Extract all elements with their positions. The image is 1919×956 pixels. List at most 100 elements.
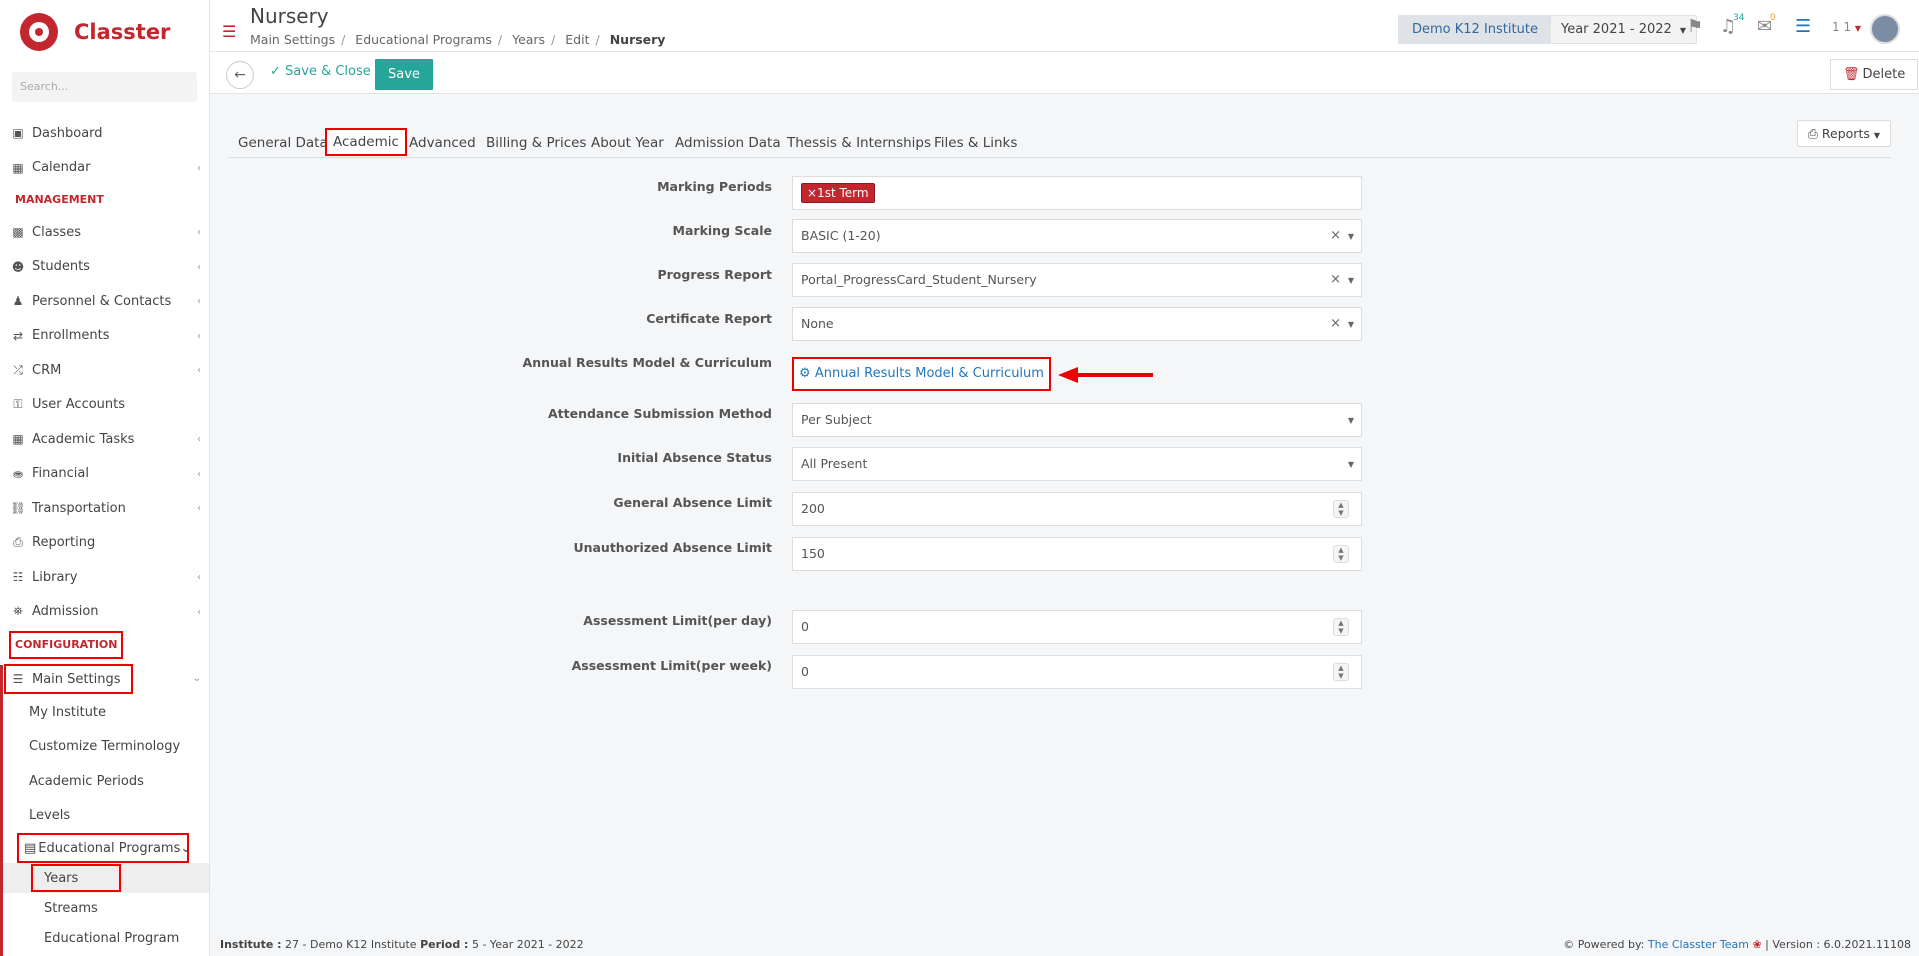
chevron-down-icon: ⌄ <box>192 673 201 684</box>
sidebar-subitem-levels[interactable]: Levels <box>0 799 209 834</box>
key-icon: ⚿ <box>13 397 23 412</box>
sidebar-item-dashboard[interactable]: ▣ Dashboard <box>0 116 209 151</box>
printer-icon: ⎙ <box>13 535 23 550</box>
footer-team-link[interactable]: The Classter Team <box>1648 938 1749 951</box>
tab-about-year[interactable]: About Year <box>591 129 664 157</box>
footer-institute-label: Institute : <box>220 938 282 951</box>
bell-icon[interactable]: ♫ 34 <box>1720 13 1744 37</box>
certificate-report-select[interactable]: None × ▼ <box>792 307 1362 341</box>
reports-label: Reports <box>1821 126 1870 141</box>
sidebar-item-crm[interactable]: ⤮ CRM ‹ <box>0 353 209 388</box>
clear-icon[interactable]: × <box>1330 264 1341 296</box>
avatar[interactable] <box>1870 14 1900 44</box>
field-label: Attendance Submission Method <box>547 406 772 421</box>
tab-admission-data[interactable]: Admission Data <box>675 129 781 157</box>
breadcrumb-item[interactable]: Educational Programs <box>355 32 492 47</box>
sidebar-item-students[interactable]: ☻ Students ‹ <box>0 250 209 285</box>
bank-icon: ⛯ <box>13 604 23 619</box>
caret-down-icon: ▼ <box>1854 24 1862 33</box>
footer: Institute : 27 - Demo K12 Institute Peri… <box>210 936 1919 956</box>
sidebar-search-input[interactable]: Search... <box>12 72 197 102</box>
delete-button[interactable]: 🗑 Delete <box>1830 59 1919 90</box>
unauthorized-absence-limit-input[interactable]: 150 ▲ ▼ <box>792 537 1362 571</box>
save-close-button[interactable]: ✓ Save & Close <box>270 64 371 79</box>
chevron-left-icon: ‹ <box>197 330 201 342</box>
attendance-method-select[interactable]: Per Subject ▼ <box>792 403 1362 437</box>
grid-icon: ▦ <box>12 432 24 447</box>
tab-academic[interactable]: Academic <box>325 128 407 156</box>
sidebar-item-label: Transportation <box>32 500 126 516</box>
sidebar-subitem-label: Levels <box>29 808 71 824</box>
tab-thesis-internships[interactable]: Thessis & Internships <box>787 129 931 157</box>
sidebar-subsubitem-label: Educational Program <box>44 930 180 946</box>
assessment-limit-day-input[interactable]: 0 ▲ ▼ <box>792 610 1362 644</box>
reports-button[interactable]: ⎙ Reports ▼ <box>1796 120 1891 147</box>
sidebar-subsubitem-streams[interactable]: Streams <box>0 893 209 923</box>
input-value: 0 <box>801 619 809 634</box>
general-absence-limit-input[interactable]: 200 ▲ ▼ <box>792 492 1362 526</box>
app-logo[interactable]: Classter <box>0 0 209 64</box>
annual-results-model-button[interactable]: ⚙ Annual Results Model & Curriculum <box>792 357 1051 391</box>
sidebar-item-reporting[interactable]: ⎙ Reporting <box>0 526 209 561</box>
library-icon: ☷ <box>12 570 24 585</box>
sidebar-item-academic-tasks[interactable]: ▦ Academic Tasks ‹ <box>0 422 209 457</box>
tab-general-data[interactable]: General Data <box>238 129 328 157</box>
back-button[interactable]: ← <box>226 61 254 89</box>
clear-icon[interactable]: × <box>1330 220 1341 252</box>
sidebar-subitem-customize-terminology[interactable]: Customize Terminology <box>0 730 209 765</box>
sidebar-item-label: Academic Tasks <box>32 431 135 447</box>
stepper-icon[interactable]: ▲ ▼ <box>1333 663 1349 681</box>
sidebar-item-classes[interactable]: ▩ Classes ‹ <box>0 215 209 250</box>
assessment-limit-week-input[interactable]: 0 ▲ ▼ <box>792 655 1362 689</box>
sidebar-subitem-educational-programs[interactable]: ▤ Educational Programs ⌄ <box>0 833 209 863</box>
stepper-icon[interactable]: ▲ ▼ <box>1333 545 1349 563</box>
flag-icon[interactable]: ⚑ <box>1687 16 1703 37</box>
envelope-icon[interactable]: ✉ 0 <box>1757 13 1776 37</box>
breadcrumb-item[interactable]: Edit <box>565 32 589 47</box>
footer-credits: © Powered by: The Classter Team ❀ | Vers… <box>1563 938 1911 951</box>
sidebar-item-label: Classes <box>32 224 81 240</box>
sidebar-item-personnel[interactable]: ♟ Personnel & Contacts ‹ <box>0 284 209 319</box>
user-menu-label[interactable]: 1 1 ▼ <box>1832 20 1861 34</box>
clear-icon[interactable]: × <box>1330 308 1341 340</box>
sidebar-item-library[interactable]: ☷ Library ‹ <box>0 560 209 595</box>
tab-billing-prices[interactable]: Billing & Prices <box>486 129 586 157</box>
highlight-box <box>17 833 189 863</box>
marking-scale-select[interactable]: BASIC (1-20) × ▼ <box>792 219 1362 253</box>
sidebar-subsubitem-educational-program[interactable]: Educational Program <box>0 923 209 953</box>
field-label: Unauthorized Absence Limit <box>573 540 772 555</box>
initial-absence-select[interactable]: All Present ▼ <box>792 447 1362 481</box>
hamburger-menu-icon[interactable]: ☰ <box>222 22 236 41</box>
sidebar-item-enrollments[interactable]: ⇄ Enrollments ‹ <box>0 319 209 354</box>
institute-selector[interactable]: Demo K12 Institute <box>1398 15 1552 44</box>
chevron-left-icon: ‹ <box>197 434 201 445</box>
year-selector[interactable]: Year 2021 - 2022 ▼ <box>1550 15 1698 44</box>
bus-icon: ⛓ <box>10 501 26 516</box>
stepper-icon[interactable]: ▲ ▼ <box>1333 500 1349 518</box>
sidebar-item-main-settings[interactable]: ☰ Main Settings ⌄ <box>0 663 209 695</box>
caret-down-icon: ▼ <box>1347 460 1354 469</box>
sidebar-subitem-my-institute[interactable]: My Institute <box>0 695 209 730</box>
tab-files-links[interactable]: Files & Links <box>934 129 1017 157</box>
sidebar-subsubitem-years[interactable]: Years <box>0 863 209 893</box>
breadcrumb-item[interactable]: Main Settings <box>250 32 335 47</box>
save-button[interactable]: Save <box>375 59 433 90</box>
layers-icon[interactable]: ☰ <box>1795 16 1811 37</box>
sidebar-item-admission[interactable]: ⛯ Admission ‹ <box>0 595 209 630</box>
marking-periods-input[interactable]: ×1st Term <box>792 176 1362 210</box>
sidebar-item-transportation[interactable]: ⛓ Transportation ‹ <box>0 491 209 526</box>
sidebar-item-calendar[interactable]: ▦ Calendar ‹ <box>0 151 209 186</box>
breadcrumb-item[interactable]: Years <box>512 32 545 47</box>
laptop-icon: ▣ <box>12 126 24 141</box>
sidebar-item-financial[interactable]: ⛂ Financial ‹ <box>0 457 209 492</box>
sidebar-subitem-academic-periods[interactable]: Academic Periods <box>0 764 209 799</box>
highlight-box <box>4 664 133 694</box>
tab-advanced[interactable]: Advanced <box>409 129 476 157</box>
stepper-icon[interactable]: ▲ ▼ <box>1333 618 1349 636</box>
progress-report-select[interactable]: Portal_ProgressCard_Student_Nursery × ▼ <box>792 263 1362 297</box>
field-label: Progress Report <box>657 267 772 282</box>
marking-period-tag[interactable]: ×1st Term <box>801 183 875 203</box>
sidebar-item-user-accounts[interactable]: ⚿ User Accounts <box>0 388 209 423</box>
sidebar-item-label: Calendar <box>32 160 91 176</box>
sidebar-item-label: Library <box>32 569 78 585</box>
